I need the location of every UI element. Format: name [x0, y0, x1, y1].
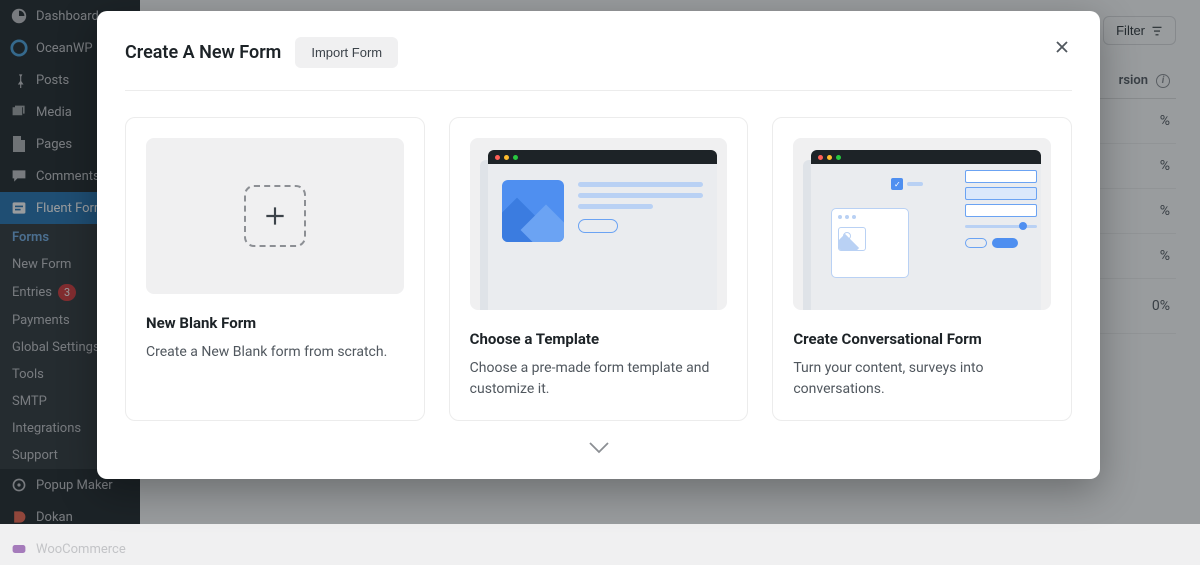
- card-row: New Blank Form Create a New Blank form f…: [125, 91, 1072, 421]
- card-blank-form[interactable]: New Blank Form Create a New Blank form f…: [125, 117, 425, 421]
- card-title: Choose a Template: [470, 330, 728, 348]
- import-form-button[interactable]: Import Form: [295, 37, 398, 68]
- modal-title: Create A New Form: [125, 42, 281, 63]
- chevron-down-icon: [588, 441, 610, 455]
- close-button[interactable]: [1046, 31, 1078, 63]
- sidebar-item-label: WooCommerce: [36, 542, 126, 557]
- card-choose-template[interactable]: Choose a Template Choose a pre-made form…: [449, 117, 749, 421]
- card-desc: Create a New Blank form from scratch.: [146, 342, 404, 363]
- expand-chevron[interactable]: [125, 421, 1072, 455]
- card-illustration-blank: [146, 138, 404, 294]
- card-desc: Choose a pre-made form template and cust…: [470, 358, 728, 400]
- checkbox-icon: ✓: [891, 178, 903, 190]
- create-form-modal: Create A New Form Import Form New Blank …: [97, 11, 1100, 479]
- plus-icon: [244, 185, 306, 247]
- card-title: Create Conversational Form: [793, 330, 1051, 348]
- modal-header: Create A New Form Import Form: [125, 37, 1072, 91]
- sidebar-item-woocommerce[interactable]: WooCommerce: [0, 533, 140, 565]
- card-illustration-template: [470, 138, 728, 310]
- close-icon: [1055, 40, 1069, 54]
- card-title: New Blank Form: [146, 314, 404, 332]
- woocommerce-icon: [10, 540, 28, 558]
- card-illustration-convo: ✓: [793, 138, 1051, 310]
- card-conversational-form[interactable]: ✓: [772, 117, 1072, 421]
- card-desc: Turn your content, surveys into conversa…: [793, 358, 1051, 400]
